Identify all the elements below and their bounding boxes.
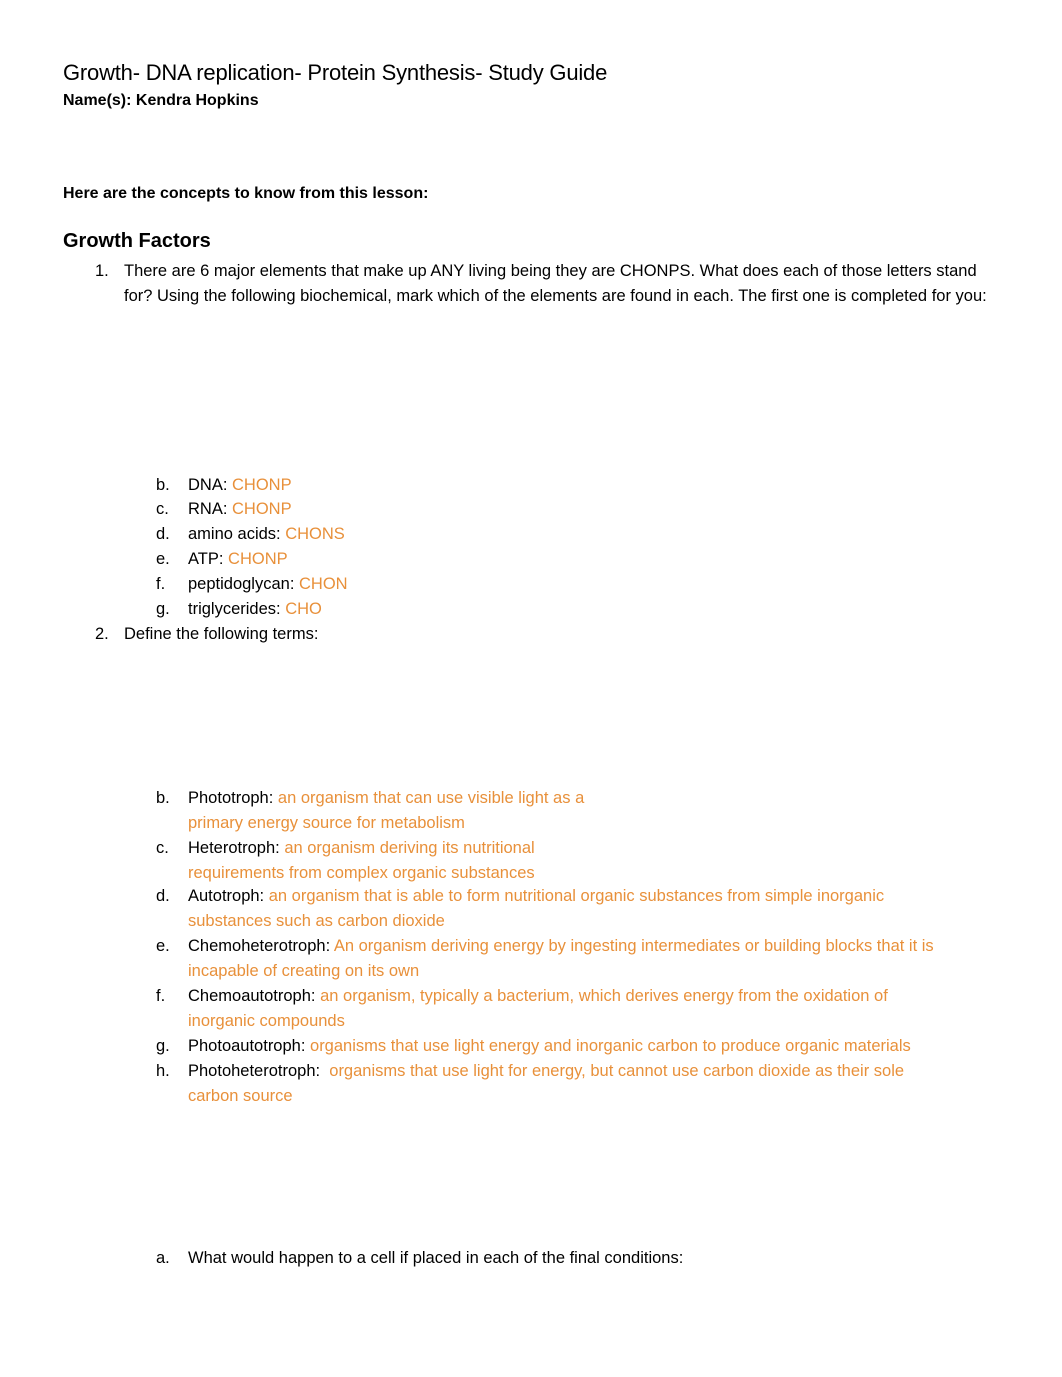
definition-answer: an organism, typically a bacterium, whic…	[320, 987, 888, 1005]
item-letter: f.	[156, 575, 166, 593]
definition-answer: organisms that use light for energy, but…	[329, 1062, 905, 1080]
question-3-letter: a.	[156, 1249, 170, 1267]
term-label: Photoheterotroph:	[188, 1062, 330, 1080]
item-letter: f.	[156, 987, 166, 1005]
definition-item: Phototroph: an organism that can use vis…	[188, 786, 584, 836]
definition-answer-continued: requirements from complex organic substa…	[188, 864, 535, 882]
biochemical-term: peptidoglycan:	[188, 575, 299, 593]
elements-answer: CHONP	[228, 550, 288, 568]
student-name: Name(s): Kendra Hopkins	[63, 92, 259, 109]
definition-answer-continued: primary energy source for metabolism	[188, 814, 465, 832]
elements-answer: CHON	[299, 575, 348, 593]
item-letter: e.	[156, 550, 170, 568]
question-2-number: 2.	[95, 625, 109, 643]
definition-answer-continued: inorganic compounds	[188, 1012, 345, 1030]
item-letter: c.	[156, 839, 169, 857]
list-item: triglycerides: CHO	[188, 597, 322, 622]
biochemical-term: triglycerides:	[188, 600, 286, 618]
item-letter: g.	[156, 600, 170, 618]
definition-item: Autotroph: an organism that is able to f…	[188, 884, 884, 934]
elements-answer: CHONP	[232, 500, 292, 518]
intro-heading: Here are the concepts to know from this …	[63, 185, 429, 202]
definition-answer: organisms that use light energy and inor…	[310, 1037, 911, 1055]
definition-item: Photoautotroph: organisms that use light…	[188, 1034, 911, 1059]
item-letter: c.	[156, 500, 169, 518]
biochemical-term: DNA:	[188, 476, 233, 494]
term-label: Chemoautotroph:	[188, 987, 321, 1005]
item-letter: h.	[156, 1062, 170, 1080]
term-label: Phototroph:	[188, 789, 278, 807]
question-1-text: There are 6 major elements that make up …	[124, 262, 987, 305]
definition-item: Chemoheterotroph: An organism deriving e…	[188, 934, 934, 984]
definition-answer: An organism deriving energy by ingesting…	[333, 937, 934, 955]
section-title: Growth Factors	[63, 230, 211, 252]
question-3-text: What would happen to a cell if placed in…	[188, 1249, 684, 1267]
definition-answer-continued: carbon source	[188, 1087, 293, 1105]
biochemical-term: amino acids:	[188, 525, 286, 543]
item-letter: b.	[156, 789, 170, 807]
document-title: Growth- DNA replication- Protein Synthes…	[63, 60, 608, 85]
question-2-text: Define the following terms:	[124, 625, 319, 643]
elements-answer: CHONP	[232, 476, 292, 494]
biochemical-term: RNA:	[188, 500, 233, 518]
definition-answer: an organism that can use visible light a…	[277, 789, 585, 807]
definition-answer: an organism that is able to form nutriti…	[268, 887, 885, 905]
definition-answer: an organism deriving its nutritional	[284, 839, 535, 857]
term-label: Heterotroph:	[188, 839, 285, 857]
item-letter: d.	[156, 887, 170, 905]
definition-item: Chemoautotroph: an organism, typically a…	[188, 984, 888, 1034]
list-item: amino acids: CHONS	[188, 522, 345, 547]
list-item: RNA: CHONP	[188, 497, 292, 522]
definition-item: Photoheterotroph: organisms that use lig…	[188, 1059, 904, 1109]
item-letter: d.	[156, 525, 170, 543]
item-letter: g.	[156, 1037, 170, 1055]
list-item: ATP: CHONP	[188, 547, 288, 572]
definition-answer-continued: incapable of creating on its own	[188, 962, 420, 980]
elements-answer: CHO	[285, 600, 322, 618]
question-1-number: 1.	[95, 262, 109, 280]
definition-item: Heterotroph: an organism deriving its nu…	[188, 836, 535, 886]
definition-answer-continued: substances such as carbon dioxide	[188, 912, 445, 930]
term-label: Autotroph:	[188, 887, 269, 905]
item-letter: e.	[156, 937, 170, 955]
list-item: DNA: CHONP	[188, 473, 292, 498]
elements-answer: CHONS	[285, 525, 345, 543]
term-label: Chemoheterotroph:	[188, 937, 334, 955]
term-label: Photoautotroph:	[188, 1037, 311, 1055]
list-item: peptidoglycan: CHON	[188, 572, 348, 597]
item-letter: b.	[156, 476, 170, 494]
biochemical-term: ATP:	[188, 550, 229, 568]
